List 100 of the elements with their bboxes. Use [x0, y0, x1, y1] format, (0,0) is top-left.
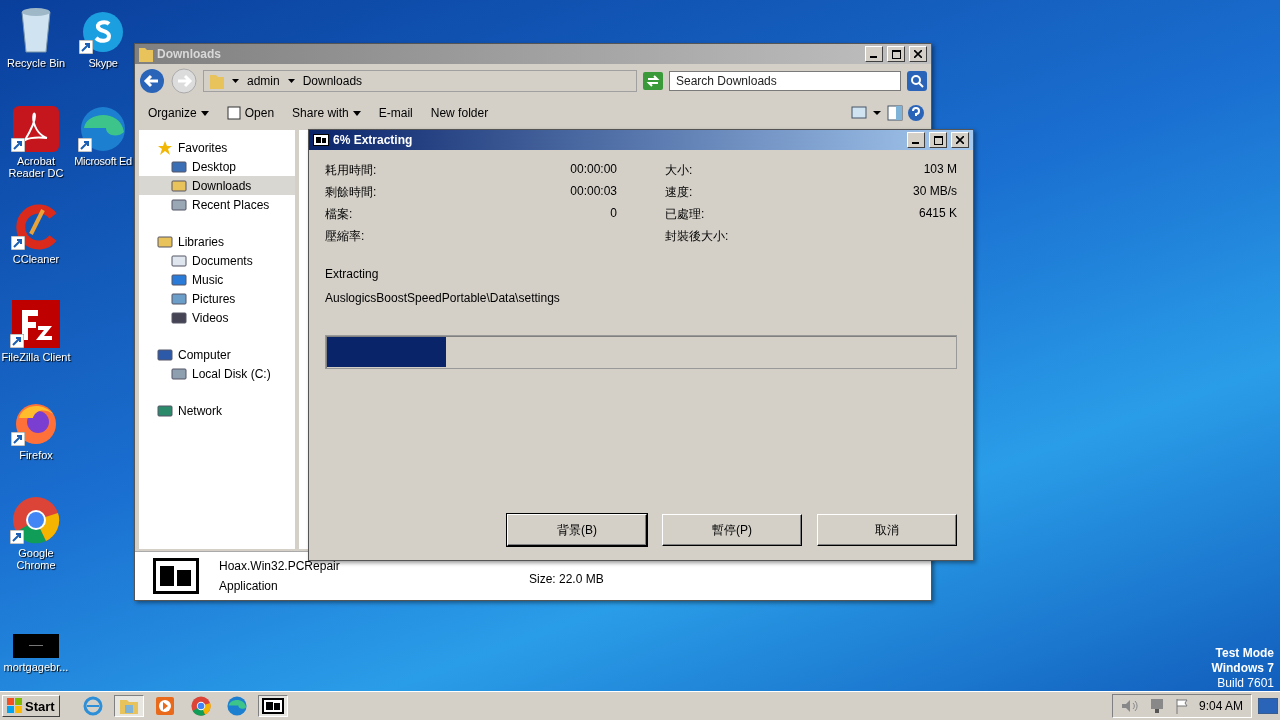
refresh-button[interactable]: [643, 72, 663, 90]
nav-item[interactable]: Music: [139, 270, 295, 289]
network-icon[interactable]: [1148, 698, 1165, 714]
network-icon: [157, 402, 173, 419]
stat-label: 剩餘時間:: [325, 184, 377, 199]
caret-icon: [232, 78, 239, 84]
stat-value: 0: [610, 206, 617, 221]
doc-icon: [171, 252, 187, 269]
preview-pane-icon[interactable]: [887, 105, 903, 121]
stat-value: 6415 K: [918, 206, 957, 221]
shortcut-arrow-icon: [11, 432, 25, 446]
recent-icon: [171, 196, 187, 213]
file-size: Size: 22.0 MB: [529, 572, 605, 586]
toolbar-button[interactable]: Organize: [141, 104, 216, 122]
window-title: Downloads: [157, 47, 222, 61]
desktop-icon-label[interactable]: Recycle Bin: [6, 57, 66, 69]
stat-label: 速度:: [665, 184, 693, 199]
stat-value: 30 MB/s: [913, 184, 957, 199]
search-field[interactable]: Search Downloads: [669, 71, 901, 91]
dialog-button[interactable]: 暫停(P): [662, 514, 802, 546]
stat-label: 壓縮率:: [325, 228, 365, 243]
toolbar-button[interactable]: New folder: [423, 104, 496, 122]
view-options-icon[interactable]: [851, 106, 883, 120]
desktop-icon-label[interactable]: FileZilla Client: [1, 351, 71, 363]
file-path: AuslogicsBoostSpeedPortable\Data\settings: [325, 291, 561, 305]
caret-icon: [200, 110, 209, 116]
nav-item[interactable]: Recent Places: [139, 195, 295, 214]
taskbar-app-button[interactable]: [257, 695, 288, 717]
nav-item[interactable]: Documents: [139, 251, 295, 270]
pdf-icon: [13, 106, 59, 152]
skype-icon: [81, 10, 125, 54]
nav-item[interactable]: Videos: [139, 308, 295, 327]
computer-icon: [157, 346, 173, 363]
desktop-icon-label[interactable]: Microsoft Ed: [74, 155, 132, 167]
help-icon[interactable]: [907, 104, 925, 122]
maximize-icon: [933, 135, 943, 145]
clock[interactable]: 9:04 AM: [1198, 699, 1243, 713]
chrome-icon: [190, 696, 211, 716]
archive-app-icon: [261, 698, 284, 714]
shortcut-arrow-icon: [10, 334, 24, 348]
toolbar-button[interactable]: Open: [219, 104, 282, 122]
address-bar[interactable]: admin Downloads: [203, 70, 637, 92]
videos-icon: [171, 309, 187, 326]
toolbar-button[interactable]: E-mail: [371, 104, 420, 122]
nav-item[interactable]: Favorites: [139, 138, 295, 157]
stat-value: 00:00:03: [570, 184, 617, 199]
nav-item[interactable]: Libraries: [139, 232, 295, 251]
desktop-icon-label[interactable]: Acrobat Reader DC: [0, 155, 72, 179]
file-name: Hoax.Win32.PCRepair: [219, 559, 341, 573]
flag-icon[interactable]: [1174, 698, 1189, 714]
archive-app-icon: [153, 558, 199, 594]
filezilla-icon: [12, 300, 60, 348]
nav-item[interactable]: Network: [139, 401, 295, 420]
stat-label: 耗用時間:: [325, 162, 377, 177]
toolbar-button[interactable]: Share with: [285, 104, 368, 122]
stat-value: 103 M: [923, 162, 957, 177]
nav-item[interactable]: Local Disk (C:): [139, 364, 295, 383]
breadcrumb-item[interactable]: Downloads: [302, 74, 363, 88]
dialog-button[interactable]: 取消: [817, 514, 957, 546]
window-icon: [226, 106, 241, 120]
desktop-icon-label[interactable]: mortgagebr...: [3, 661, 69, 673]
desktop-icon-label[interactable]: Google Chrome: [0, 547, 72, 571]
search-icon[interactable]: [907, 71, 927, 91]
ie-icon: [82, 696, 103, 716]
archive-app-icon: [313, 134, 329, 146]
shortcut-arrow-icon: [11, 138, 25, 152]
back-button[interactable]: [139, 68, 165, 94]
edge-icon: [80, 106, 126, 152]
stat-value: 00:00:00: [570, 162, 617, 177]
ccleaner-icon: [13, 204, 59, 250]
dialog-button[interactable]: 背景(B): [507, 514, 647, 546]
maximize-button[interactable]: [929, 132, 947, 148]
windows-logo-icon: [7, 698, 23, 714]
close-icon: [914, 50, 922, 58]
stat-label: 大小:: [665, 162, 693, 177]
desktop-icon: [171, 158, 187, 175]
nav-item[interactable]: Computer: [139, 345, 295, 364]
desktop-icon-label[interactable]: Skype: [88, 57, 118, 69]
maximize-icon: [891, 49, 901, 59]
breadcrumb-item[interactable]: admin: [247, 74, 280, 88]
caret-icon: [287, 78, 295, 84]
system-info-text: Windows 7: [1211, 661, 1274, 675]
close-button[interactable]: [951, 132, 969, 148]
library-icon: [157, 233, 173, 250]
system-info-text: Test Mode: [1215, 646, 1274, 660]
stat-label: 封裝後大小:: [665, 228, 729, 243]
nav-item[interactable]: Desktop: [139, 157, 295, 176]
stat-label: 檔案:: [325, 206, 353, 221]
start-button[interactable]: Start: [2, 695, 60, 717]
window-title: 6% Extracting: [333, 133, 414, 147]
shortcut-arrow-icon: [10, 530, 24, 544]
nav-item[interactable]: Pictures: [139, 289, 295, 308]
folder-icon: [139, 46, 153, 62]
desktop-icon-label[interactable]: Firefox: [19, 449, 53, 461]
nav-item[interactable]: Downloads: [139, 176, 295, 195]
desktop-icon-label[interactable]: CCleaner: [12, 253, 60, 265]
media-player-icon: [155, 697, 174, 715]
minimize-button[interactable]: [907, 132, 925, 148]
edge-icon: [226, 696, 247, 716]
folder-icon: [210, 73, 224, 89]
